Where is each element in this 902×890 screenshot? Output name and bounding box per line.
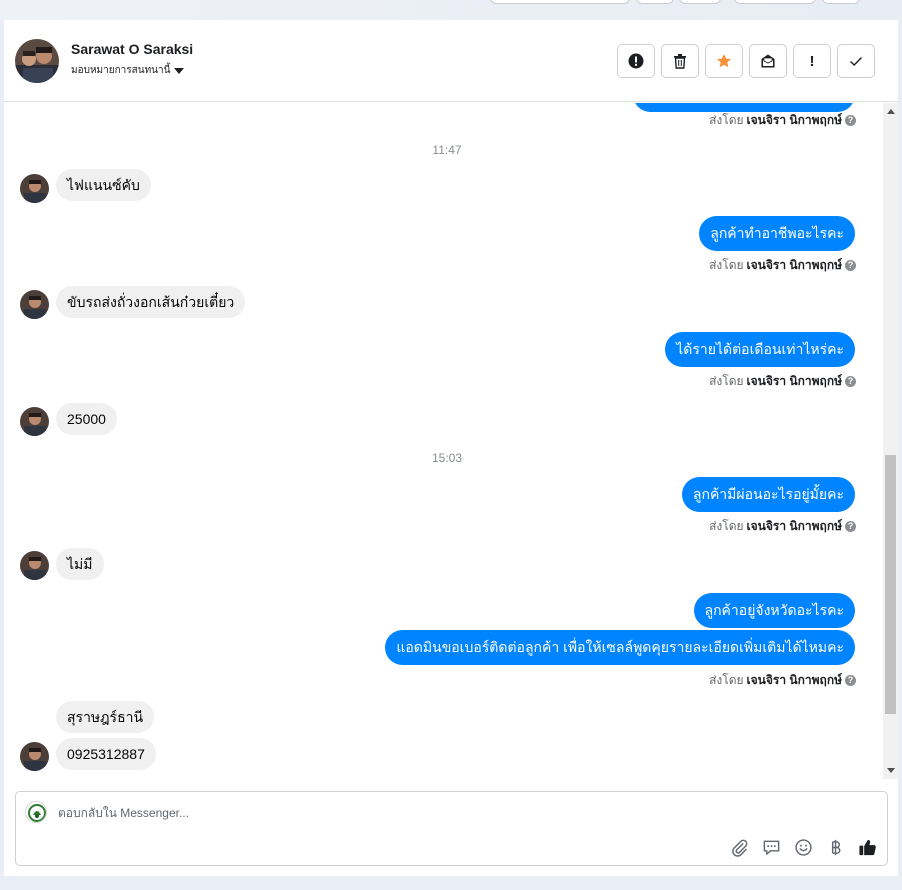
like-button[interactable] [857,837,877,857]
sent-by-label: ส่งโดย เจนจิรา นิกาพฤกษ์ ? [709,517,856,536]
assign-label: มอบหมายการสนทนานี้ [71,65,171,76]
star-button[interactable] [705,44,743,78]
incoming-message: ขับรถส่งถั่วงอกเส้นก๋วยเตี๋ยว [56,286,246,318]
composer-tools [729,837,877,857]
outgoing-message: ลูกค้ามีผ่อนอะไรอยู่มั้ยคะ [681,477,855,512]
sent-by-label: ส่งโดย เจนจิรา นิกาพฤกษ์ ? [709,111,856,130]
timestamp: 15:03 [431,451,463,465]
contact-avatar[interactable] [15,39,59,83]
contact-avatar-small [20,742,49,771]
incoming-message: สุราษฎร์ธานี [56,701,155,733]
timestamp: 11:47 [432,143,462,157]
outer-toolbar-button[interactable] [822,0,860,4]
outgoing-message: ลูกค้าอยู่จังหวัดอะไรคะ [693,593,855,628]
outer-toolbar-button[interactable] [490,0,630,4]
incoming-message: 25000 [56,403,117,435]
smiley-icon [794,838,812,856]
saved-replies-button[interactable] [761,837,781,857]
page-logo-icon [25,801,47,823]
mark-spam-button[interactable] [617,44,655,78]
mark-unread-icon [761,54,775,68]
incoming-message: ไม่มี [56,548,104,580]
trash-icon [674,54,686,69]
emoji-button[interactable] [793,837,813,857]
outer-toolbar-button[interactable] [679,0,721,4]
message-thread[interactable]: ส่งโดย เจนจิรา นิกาพฤกษ์ ? 11:47 ไฟแนนซ์… [4,103,883,779]
baht-icon [831,839,840,855]
check-icon [850,57,863,66]
thread-scrollbar[interactable] [883,103,898,779]
paperclip-icon [731,839,747,857]
reply-input[interactable] [58,804,758,822]
thumbs-up-icon [858,839,876,855]
conversation-header: Sarawat O Saraksi มอบหมายการสนทนานี้ ! [4,20,898,102]
outer-toolbar-button[interactable] [734,0,816,4]
info-icon[interactable]: ? [845,675,856,686]
caret-down-icon [174,68,185,74]
payment-button[interactable] [825,837,845,857]
sent-by-label: ส่งโดย เจนจิรา นิกาพฤกษ์ ? [709,256,856,275]
info-icon[interactable]: ? [845,376,856,387]
sent-by-label: ส่งโดย เจนจิรา นิกาพฤกษ์ ? [709,671,856,690]
reply-composer [15,791,888,866]
outer-toolbar-button[interactable] [636,0,674,4]
sent-by-label: ส่งโดย เจนจิรา นิกาพฤกษ์ ? [709,372,856,391]
star-icon [717,54,731,68]
follow-up-button[interactable]: ! [793,44,831,78]
outgoing-message: ได้รายได้ต่อเดือนเท่าไหร่คะ [665,332,855,367]
contact-avatar-small [20,407,49,436]
scroll-down-arrow[interactable] [887,768,895,773]
incoming-message: 0925312887 [56,738,156,770]
outer-toolbar-strip [0,0,902,20]
contact-avatar-small [20,174,49,203]
mark-done-button[interactable] [837,44,875,78]
contact-name[interactable]: Sarawat O Saraksi [71,41,193,57]
assign-conversation-dropdown[interactable]: มอบหมายการสนทนานี้ [71,63,185,78]
scroll-up-arrow[interactable] [887,109,895,114]
follow-up-icon: ! [809,52,815,70]
info-icon[interactable]: ? [845,115,856,126]
info-icon[interactable]: ? [845,260,856,271]
saved-reply-icon [763,840,779,855]
conversation-panel: Sarawat O Saraksi มอบหมายการสนทนานี้ ! ส… [4,20,898,876]
spam-icon [628,53,644,69]
incoming-message: ไฟแนนซ์คับ [56,169,151,201]
attach-button[interactable] [729,837,749,857]
outgoing-message: แอดมินขอเบอร์ติดต่อลูกค้า เพื่อให้เซลล์พ… [385,630,855,665]
outgoing-message: ลูกค้าทำอาชีพอะไรคะ [699,216,855,251]
info-icon[interactable]: ? [845,521,856,532]
delete-button[interactable] [661,44,699,78]
contact-avatar-small [20,290,49,319]
contact-avatar-small [20,551,49,580]
conversation-actions: ! [617,44,875,78]
scrollbar-thumb[interactable] [885,455,896,714]
mark-unread-button[interactable] [749,44,787,78]
